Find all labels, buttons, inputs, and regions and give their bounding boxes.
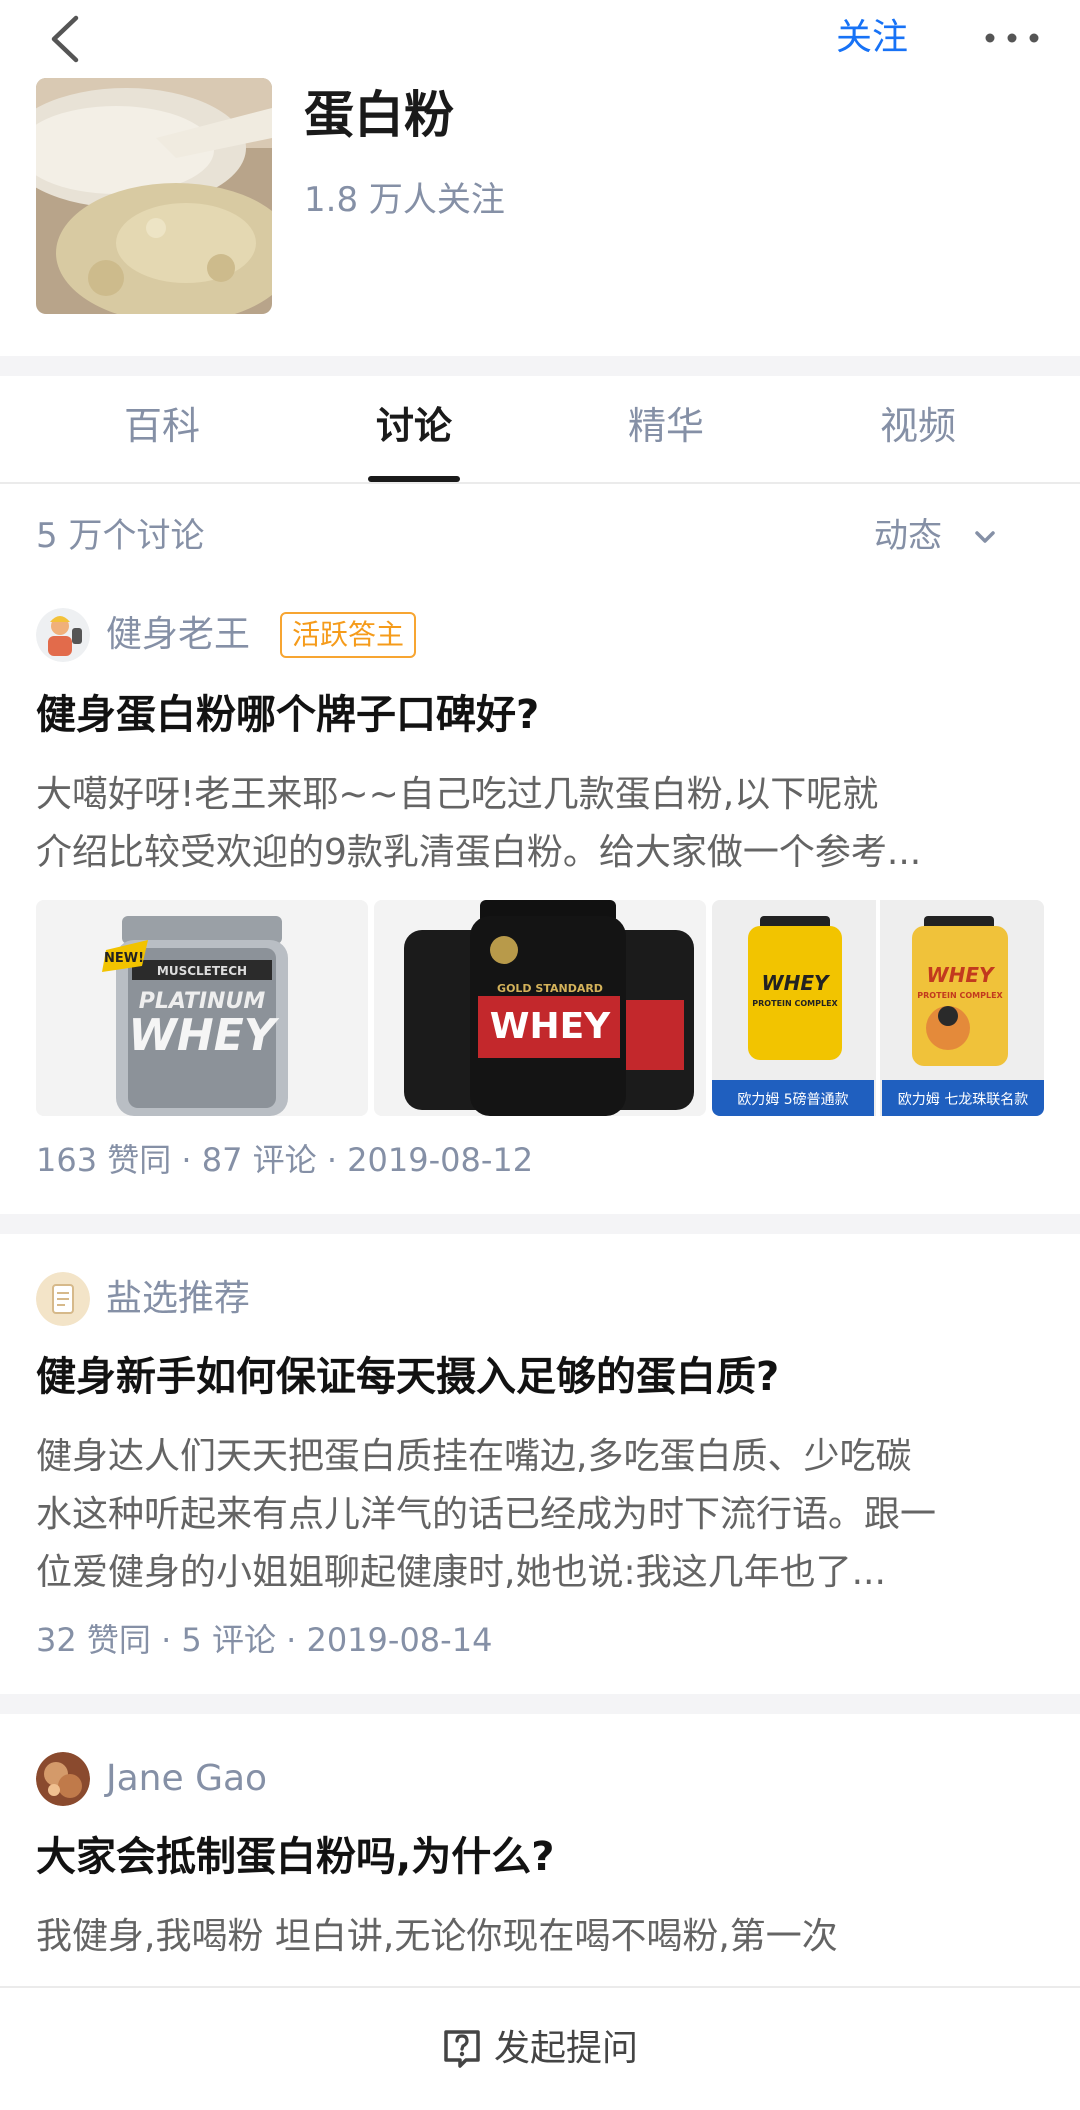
active-answerer-badge: 活跃答主 [280, 612, 417, 658]
product-image[interactable]: WHEY PROTEIN COMPLEX WHEY PROTEIN COMPLE… [712, 900, 1044, 1116]
tab-video[interactable]: 视频 [792, 402, 1044, 450]
back-icon[interactable] [46, 14, 86, 64]
tab-discussion[interactable]: 讨论 [288, 402, 540, 450]
tab-featured[interactable]: 精华 [540, 402, 792, 450]
more-icon[interactable] [982, 26, 1042, 50]
follow-button[interactable]: 关注 [836, 16, 908, 60]
avatar[interactable] [36, 1752, 90, 1806]
product-line2: PROTEIN COMPLEX [752, 999, 838, 1008]
author-row[interactable]: 健身老王 活跃答主 [36, 608, 436, 664]
product-line2: PROTEIN COMPLEX [917, 991, 1003, 1000]
product-line2: WHEY [490, 1006, 611, 1047]
product-image[interactable]: GOLD STANDARD WHEY [374, 900, 706, 1116]
author-name[interactable]: Jane Gao [106, 1756, 267, 1802]
excerpt-line: 介绍比较受欢迎的9款乳清蛋白粉。给大家做一个参考... [36, 832, 922, 873]
sort-dropdown[interactable]: 动态 [874, 514, 942, 558]
author-name[interactable]: 盐选推荐 [106, 1276, 250, 1322]
bottom-bar: 发起提问 [0, 1986, 1080, 2110]
question-excerpt[interactable]: 健身达人们天天把蛋白质挂在嘴边,多吃蛋白质、少吃碳 水这种听起来有点儿洋气的话已… [36, 1428, 1036, 1602]
card-divider [0, 1214, 1080, 1234]
product-line2: WHEY [128, 1010, 279, 1061]
topic-title: 蛋白粉 [304, 86, 454, 144]
author-row[interactable]: 盐选推荐 [36, 1272, 436, 1328]
avatar[interactable] [36, 608, 90, 662]
image-caption: 欧力姆 5磅普通款 [737, 1091, 848, 1108]
product-line1: WHEY [927, 963, 996, 987]
topic-image [36, 78, 272, 314]
follower-count: 1.8 万人关注 [304, 180, 505, 220]
question-excerpt[interactable]: 大噶好呀!老王来耶~~自己吃过几款蛋白粉,以下呢就 介绍比较受欢迎的9款乳清蛋白… [36, 766, 1036, 882]
author-row[interactable]: Jane Gao [36, 1752, 436, 1808]
top-nav: 关注 [0, 0, 1080, 80]
excerpt-line: 大噶好呀!老王来耶~~自己吃过几款蛋白粉,以下呢就 [36, 774, 879, 815]
tab-bar: 百科 讨论 精华 视频 [0, 378, 1080, 484]
question-title[interactable]: 健身蛋白粉哪个牌子口碑好? [36, 688, 539, 742]
excerpt-line: 位爱健身的小姐姐聊起健康时,她也说:我这几年也了... [36, 1552, 886, 1593]
excerpt-line: 水这种听起来有点儿洋气的话已经成为时下流行语。跟一 [36, 1494, 937, 1535]
card-divider [0, 1694, 1080, 1714]
excerpt-line: 我健身,我喝粉 坦白讲,无论你现在喝不喝粉,第一次 [36, 1916, 838, 1957]
excerpt-line: 健身达人们天天把蛋白质挂在嘴边,多吃蛋白质、少吃碳 [36, 1436, 912, 1477]
tab-underline [368, 476, 460, 482]
section-divider [0, 356, 1080, 376]
chevron-down-icon[interactable] [972, 526, 998, 548]
new-tag: NEW! [104, 951, 144, 966]
question-title[interactable]: 健身新手如何保证每天摄入足够的蛋白质? [36, 1350, 779, 1404]
product-line1: WHEY [762, 971, 831, 995]
product-line1: GOLD STANDARD [497, 982, 603, 995]
card-meta: 163 赞同 · 87 评论 · 2019-08-12 [36, 1141, 534, 1179]
image-caption: 欧力姆 七龙珠联名款 [898, 1092, 1028, 1108]
avatar[interactable] [36, 1272, 90, 1326]
card-meta: 32 赞同 · 5 评论 · 2019-08-14 [36, 1621, 493, 1659]
question-title[interactable]: 大家会抵制蛋白粉吗,为什么? [36, 1830, 554, 1884]
discussion-count: 5 万个讨论 [36, 516, 205, 556]
ask-question-label: 发起提问 [494, 2028, 639, 2069]
brand-text: MUSCLETECH [157, 964, 247, 978]
product-image[interactable]: MUSCLETECH PLATINUM WHEY NEW! [36, 900, 368, 1116]
question-icon [444, 2030, 480, 2068]
question-excerpt[interactable]: 我健身,我喝粉 坦白讲,无论你现在喝不喝粉,第一次 [36, 1908, 1036, 1966]
author-name[interactable]: 健身老王 [106, 612, 250, 658]
tab-encyclopedia[interactable]: 百科 [36, 402, 288, 450]
